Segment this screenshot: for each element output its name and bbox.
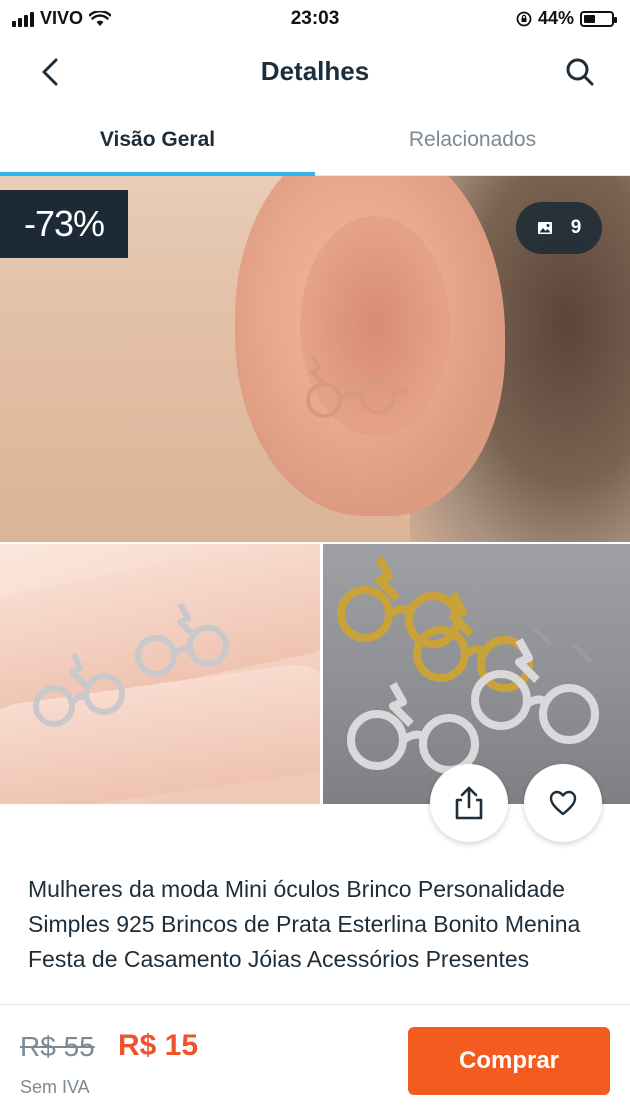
product-gallery: -73% 9 — [0, 176, 630, 842]
share-button[interactable] — [430, 764, 508, 842]
buy-button[interactable]: Comprar — [408, 1027, 610, 1095]
glasses-earring-icon — [33, 602, 229, 727]
share-icon — [455, 786, 483, 820]
search-icon — [566, 58, 594, 86]
rotation-lock-icon — [516, 11, 532, 26]
status-bar: VIVO 23:03 44% — [0, 0, 630, 38]
chevron-left-icon — [42, 58, 58, 86]
back-button[interactable] — [30, 52, 70, 92]
battery-level — [584, 14, 596, 23]
glasses-earring-icon — [306, 354, 409, 418]
battery-icon — [580, 10, 617, 27]
tab-overview[interactable]: Visão Geral — [0, 106, 315, 176]
heart-icon — [549, 790, 577, 816]
nav-bar: Detalhes — [0, 38, 630, 106]
tax-note: Sem IVA — [20, 1077, 90, 1097]
purchase-bar: R$ 55 R$ 15 Sem IVA Comprar — [0, 1004, 630, 1120]
page-title: Detalhes — [260, 56, 370, 86]
product-title: Mulheres da moda Mini óculos Brinco Pers… — [28, 876, 581, 972]
product-image-hand[interactable] — [0, 544, 320, 804]
tab-related[interactable]: Relacionados — [315, 106, 630, 175]
image-count: 9 — [570, 217, 582, 238]
search-button[interactable] — [560, 52, 600, 92]
like-button[interactable] — [524, 764, 602, 842]
image-icon — [537, 222, 552, 234]
current-price: R$ 15 — [118, 1029, 199, 1062]
battery-percent: 44% — [537, 8, 574, 28]
old-price: R$ 55 — [20, 1031, 95, 1062]
status-right: 44% — [516, 8, 617, 29]
image-count-badge[interactable]: 9 — [516, 202, 602, 254]
tab-bar: Visão Geral Relacionados — [0, 106, 630, 176]
discount-badge: -73% — [0, 190, 128, 258]
